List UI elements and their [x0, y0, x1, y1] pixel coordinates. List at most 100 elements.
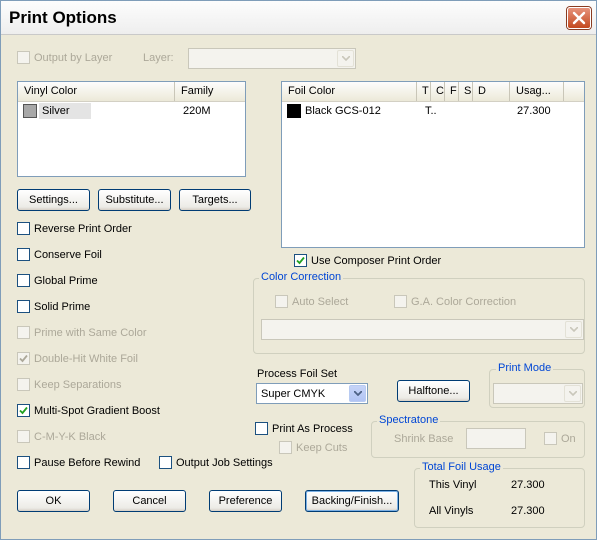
- preference-button[interactable]: Preference: [209, 490, 282, 512]
- checkbox-box: [17, 274, 30, 287]
- checkbox-box: [17, 378, 30, 391]
- column-header-d[interactable]: D: [473, 82, 510, 101]
- checkmark-icon: [296, 256, 305, 265]
- foil-usage: 27.300: [517, 105, 551, 117]
- foil-type: T..: [425, 105, 437, 117]
- checkbox-box: [279, 441, 292, 454]
- chevron-down-icon: [564, 385, 581, 402]
- targets-button[interactable]: Targets...: [179, 189, 251, 211]
- print-mode-title: Print Mode: [496, 362, 554, 374]
- ok-button[interactable]: OK: [17, 490, 90, 512]
- layer-dropdown[interactable]: [188, 48, 356, 69]
- reverse-print-order-checkbox[interactable]: Reverse Print Order: [17, 222, 132, 235]
- multi-spot-gradient-boost-label: Multi-Spot Gradient Boost: [34, 404, 160, 417]
- keep-separations-checkbox[interactable]: Keep Separations: [17, 378, 121, 391]
- all-vinyls-label: All Vinyls: [429, 505, 474, 517]
- this-vinyl-label: This Vinyl: [429, 479, 477, 491]
- chevron-down-icon: [565, 321, 582, 338]
- print-mode-dropdown[interactable]: [493, 383, 583, 404]
- cancel-button[interactable]: Cancel: [113, 490, 186, 512]
- spectratone-on-label: On: [561, 432, 576, 445]
- global-prime-checkbox[interactable]: Global Prime: [17, 274, 98, 287]
- total-foil-usage-title: Total Foil Usage: [420, 461, 503, 473]
- backing-finish-button[interactable]: Backing/Finish...: [305, 490, 399, 512]
- ga-color-correction-label: G.A. Color Correction: [411, 295, 517, 308]
- checkbox-box: [544, 432, 557, 445]
- multi-spot-gradient-boost-checkbox[interactable]: Multi-Spot Gradient Boost: [17, 404, 160, 417]
- settings-button[interactable]: Settings...: [17, 189, 90, 211]
- halftone-button[interactable]: Halftone...: [397, 380, 470, 402]
- auto-select-checkbox[interactable]: Auto Select: [275, 295, 348, 308]
- checkbox-box: [159, 456, 172, 469]
- double-hit-white-foil-label: Double-Hit White Foil: [34, 352, 138, 365]
- column-header-t[interactable]: T: [417, 82, 431, 101]
- use-composer-print-order-checkbox[interactable]: Use Composer Print Order: [294, 254, 441, 267]
- column-header-family[interactable]: Family: [175, 82, 245, 101]
- title-bar[interactable]: Print Options: [1, 1, 596, 35]
- checkbox-box: [17, 456, 30, 469]
- vinyl-table-header: Vinyl Color Family: [18, 82, 245, 102]
- solid-prime-checkbox[interactable]: Solid Prime: [17, 300, 90, 313]
- shrink-base-label: Shrink Base: [394, 433, 454, 445]
- checkbox-box: [17, 352, 30, 365]
- checkbox-box: [294, 254, 307, 267]
- cmyk-black-checkbox[interactable]: C-M-Y-K Black: [17, 430, 106, 443]
- cmyk-black-label: C-M-Y-K Black: [34, 430, 106, 443]
- all-vinyls-value: 27.300: [511, 505, 545, 517]
- use-composer-print-order-label: Use Composer Print Order: [311, 254, 442, 267]
- foil-color-name: Black GCS-012: [305, 105, 381, 117]
- column-header-foil-color[interactable]: Foil Color: [282, 82, 417, 101]
- table-row[interactable]: Silver 220M: [20, 103, 243, 120]
- keep-cuts-checkbox[interactable]: Keep Cuts: [279, 441, 347, 454]
- checkbox-box: [394, 295, 407, 308]
- checkmark-icon: [19, 354, 28, 363]
- process-foil-set-value: Super CMYK: [261, 387, 326, 400]
- checkbox-box: [275, 295, 288, 308]
- close-icon: [572, 11, 586, 25]
- spectratone-on-checkbox[interactable]: On: [544, 432, 576, 445]
- column-header-c[interactable]: C: [431, 82, 445, 101]
- print-as-process-checkbox[interactable]: Print As Process: [255, 422, 353, 435]
- color-correction-group: [253, 278, 585, 354]
- table-row[interactable]: Black GCS-012 T.. 27.300: [284, 103, 582, 120]
- vinyl-family: 220M: [183, 105, 211, 117]
- foil-color-table[interactable]: Foil Color T C F S D Usag... Black GCS-0…: [281, 81, 585, 248]
- layer-label: Layer:: [143, 52, 174, 64]
- pause-before-rewind-checkbox[interactable]: Pause Before Rewind: [17, 456, 140, 469]
- double-hit-white-foil-checkbox[interactable]: Double-Hit White Foil: [17, 352, 138, 365]
- foil-color-swatch: [287, 104, 301, 118]
- pause-before-rewind-label: Pause Before Rewind: [34, 456, 141, 469]
- this-vinyl-value: 27.300: [511, 479, 545, 491]
- ga-color-correction-checkbox[interactable]: G.A. Color Correction: [394, 295, 516, 308]
- conserve-foil-label: Conserve Foil: [34, 248, 102, 261]
- substitute-button[interactable]: Substitute...: [98, 189, 171, 211]
- prime-same-color-checkbox[interactable]: Prime with Same Color: [17, 326, 146, 339]
- close-button[interactable]: [567, 7, 591, 29]
- checkbox-box: [17, 248, 30, 261]
- print-options-dialog: Print Options Output by Layer Layer: Vin…: [0, 0, 597, 540]
- column-header-usage[interactable]: Usag...: [510, 82, 564, 101]
- reverse-print-order-label: Reverse Print Order: [34, 222, 132, 235]
- output-by-layer-label: Output by Layer: [34, 51, 113, 64]
- color-correction-title: Color Correction: [259, 271, 344, 283]
- color-correction-dropdown[interactable]: [261, 319, 584, 340]
- checkbox-box: [17, 51, 30, 64]
- checkbox-box: [17, 326, 30, 339]
- checkbox-box: [17, 404, 30, 417]
- spectratone-title: Spectratone: [377, 414, 441, 426]
- total-foil-usage-group: [414, 468, 585, 528]
- process-foil-set-dropdown[interactable]: Super CMYK: [256, 383, 368, 404]
- column-header-vinyl-color[interactable]: Vinyl Color: [18, 82, 175, 101]
- chevron-down-icon: [349, 385, 366, 402]
- checkbox-box: [17, 222, 30, 235]
- vinyl-color-table[interactable]: Vinyl Color Family Silver 220M: [17, 81, 246, 177]
- output-by-layer-checkbox[interactable]: Output by Layer: [17, 51, 112, 64]
- prime-same-color-label: Prime with Same Color: [34, 326, 147, 339]
- column-header-f[interactable]: F: [445, 82, 459, 101]
- conserve-foil-checkbox[interactable]: Conserve Foil: [17, 248, 102, 261]
- column-header-s[interactable]: S: [459, 82, 473, 101]
- checkbox-box: [17, 300, 30, 313]
- print-as-process-label: Print As Process: [272, 422, 353, 435]
- output-job-settings-checkbox[interactable]: Output Job Settings: [159, 456, 273, 469]
- shrink-base-input[interactable]: [466, 428, 526, 449]
